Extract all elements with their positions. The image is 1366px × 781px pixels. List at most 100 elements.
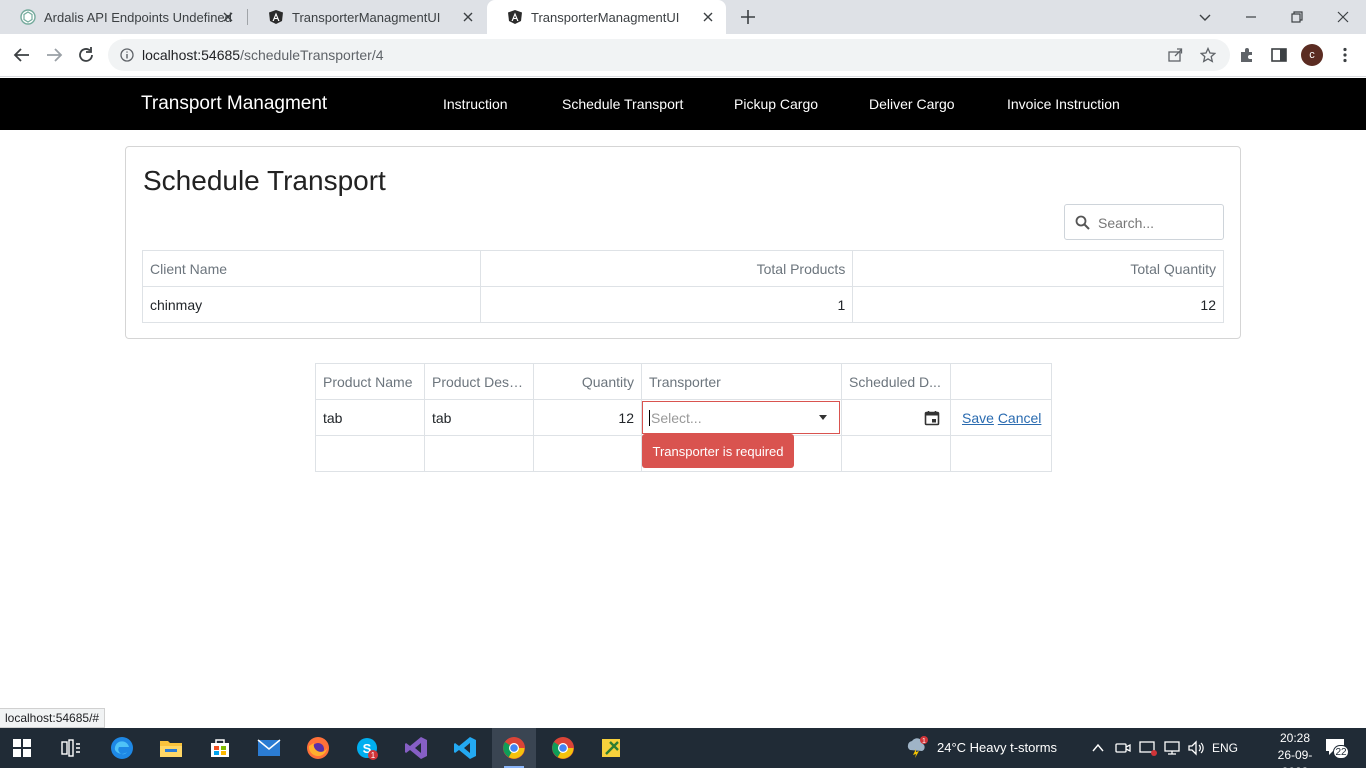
search-box[interactable] xyxy=(1064,204,1224,240)
scheduled-date-cell[interactable] xyxy=(841,399,951,436)
task-view-button[interactable] xyxy=(49,728,93,768)
info-icon[interactable] xyxy=(120,48,134,62)
column-header-scheduled-date[interactable]: Scheduled D... xyxy=(841,363,951,400)
dropdown-caret-icon[interactable] xyxy=(819,415,827,420)
close-icon[interactable] xyxy=(700,9,716,25)
restore-button[interactable] xyxy=(1274,0,1320,34)
volume-icon[interactable] xyxy=(1187,740,1205,756)
extensions-puzzle-icon[interactable] xyxy=(1238,46,1256,64)
url-host: localhost:54685 xyxy=(142,47,241,63)
share-icon[interactable] xyxy=(1167,47,1183,63)
windows-taskbar: S1 1 24°C Heavy t-storms ENG 20:28 26-09… xyxy=(0,728,1366,779)
browser-tab-active[interactable]: TransporterManagmentUI xyxy=(487,0,726,34)
taskbar-chrome[interactable] xyxy=(541,728,585,768)
start-button[interactable] xyxy=(0,728,44,768)
taskbar-chrome-active[interactable] xyxy=(492,728,536,768)
notification-center[interactable]: 22 xyxy=(1325,738,1349,759)
calendar-icon[interactable] xyxy=(924,410,940,426)
nav-pickup-cargo[interactable]: Pickup Cargo xyxy=(734,96,818,112)
taskbar-file-explorer[interactable] xyxy=(149,728,193,768)
new-tab-icon[interactable] xyxy=(738,7,758,27)
minimize-icon xyxy=(1246,16,1256,18)
taskbar-skype[interactable]: S1 xyxy=(345,728,389,768)
clock[interactable]: 20:28 26-09-2023 xyxy=(1266,730,1324,781)
schedule-card: Schedule Transport Client Name Total Pro… xyxy=(125,146,1241,339)
chevron-up-icon[interactable] xyxy=(1091,742,1105,754)
chatgpt-icon xyxy=(20,9,36,25)
clock-time: 20:28 xyxy=(1279,731,1311,745)
weather-text[interactable]: 24°C Heavy t-storms xyxy=(937,740,1057,755)
notification-badge: 22 xyxy=(1333,745,1349,759)
column-header-product-name[interactable]: Product Name xyxy=(315,363,425,400)
save-button[interactable]: Save xyxy=(962,410,994,426)
tab-search-button[interactable] xyxy=(1182,0,1228,34)
address-bar[interactable]: localhost:54685/scheduleTransporter/4 xyxy=(108,39,1230,71)
column-header-transporter[interactable]: Transporter xyxy=(641,363,842,400)
transporter-select[interactable]: Select... xyxy=(642,401,840,434)
side-panel-icon[interactable] xyxy=(1270,46,1288,64)
table-header-row: Product Name Product Desc... Quantity Tr… xyxy=(315,363,1052,400)
table-row-editing[interactable]: tab tab 12 Select... Save Cancel xyxy=(315,399,1052,436)
nav-instruction[interactable]: Instruction xyxy=(443,96,508,112)
vscode-icon xyxy=(454,737,476,759)
text-cursor xyxy=(649,410,650,426)
angular-icon xyxy=(508,10,522,24)
total-quantity-cell: 12 xyxy=(852,286,1224,323)
language-indicator[interactable]: ENG xyxy=(1212,741,1238,755)
product-desc-cell: tab xyxy=(424,399,534,436)
nav-deliver-cargo[interactable]: Deliver Cargo xyxy=(869,96,955,112)
taskbar-store[interactable] xyxy=(198,728,242,768)
url-text: localhost:54685/scheduleTransporter/4 xyxy=(142,47,384,63)
network-icon[interactable] xyxy=(1163,740,1181,756)
nav-schedule-transport[interactable]: Schedule Transport xyxy=(562,96,683,112)
taskbar-edge[interactable] xyxy=(100,728,144,768)
column-header-total-quantity[interactable]: Total Quantity xyxy=(852,250,1224,287)
taskbar-mail[interactable] xyxy=(247,728,291,768)
taskbar-visual-studio[interactable] xyxy=(394,728,438,768)
reload-icon[interactable] xyxy=(76,45,96,65)
app-navbar: Transport Managment Instruction Schedule… xyxy=(0,78,1366,130)
column-header-total-products[interactable]: Total Products xyxy=(479,250,854,287)
nav-invoice-instruction[interactable]: Invoice Instruction xyxy=(1007,96,1120,112)
search-input[interactable] xyxy=(1098,213,1216,233)
search-icon xyxy=(1075,215,1090,230)
visual-studio-icon xyxy=(405,737,427,759)
taskbar-vscode[interactable] xyxy=(443,728,487,768)
column-header-product-desc[interactable]: Product Desc... xyxy=(424,363,534,400)
summary-table: Client Name Total Products Total Quantit… xyxy=(142,250,1224,323)
column-header-quantity[interactable]: Quantity xyxy=(533,363,642,400)
screen-capture-icon[interactable] xyxy=(1139,740,1157,756)
quantity-cell: 12 xyxy=(533,399,642,436)
meet-now-icon[interactable] xyxy=(1115,740,1131,756)
firefox-icon xyxy=(307,737,329,759)
weather-badge: 1 xyxy=(922,738,926,745)
browser-tab[interactable]: TransporterManagmentUI xyxy=(248,0,486,34)
status-url-bar: localhost:54685/# xyxy=(0,708,106,728)
bookmark-star-icon[interactable] xyxy=(1200,47,1216,63)
taskbar-sticky-tools[interactable] xyxy=(590,728,634,768)
close-window-button[interactable] xyxy=(1320,0,1366,34)
forward-arrow-icon[interactable] xyxy=(44,45,64,65)
table-row[interactable]: chinmay 1 12 xyxy=(142,286,1224,323)
profile-avatar[interactable]: c xyxy=(1301,44,1323,66)
browser-tab[interactable]: Ardalis API Endpoints Undefined xyxy=(0,0,246,34)
tab-title: TransporterManagmentUI xyxy=(292,9,441,25)
cancel-button[interactable]: Cancel xyxy=(998,410,1042,426)
page-title: Schedule Transport xyxy=(143,165,386,196)
transporter-placeholder: Select... xyxy=(651,410,702,426)
kebab-menu-icon[interactable] xyxy=(1336,46,1354,64)
weather-storm-icon[interactable]: 1 xyxy=(904,736,928,758)
browser-tab-strip: Ardalis API Endpoints Undefined Transpor… xyxy=(0,0,1366,34)
brand-title[interactable]: Transport Managment xyxy=(141,93,327,115)
actions-cell: Save Cancel xyxy=(950,399,1052,436)
column-header-actions xyxy=(950,363,1052,400)
taskbar-firefox[interactable] xyxy=(296,728,340,768)
back-arrow-icon[interactable] xyxy=(12,45,32,65)
task-view-icon xyxy=(61,739,80,757)
close-icon[interactable] xyxy=(220,9,236,25)
minimize-button[interactable] xyxy=(1228,0,1274,34)
close-icon[interactable] xyxy=(460,9,476,25)
browser-toolbar: localhost:54685/scheduleTransporter/4 c xyxy=(0,34,1366,77)
column-header-client-name[interactable]: Client Name xyxy=(142,250,481,287)
tab-title: Ardalis API Endpoints Undefined xyxy=(44,9,232,25)
